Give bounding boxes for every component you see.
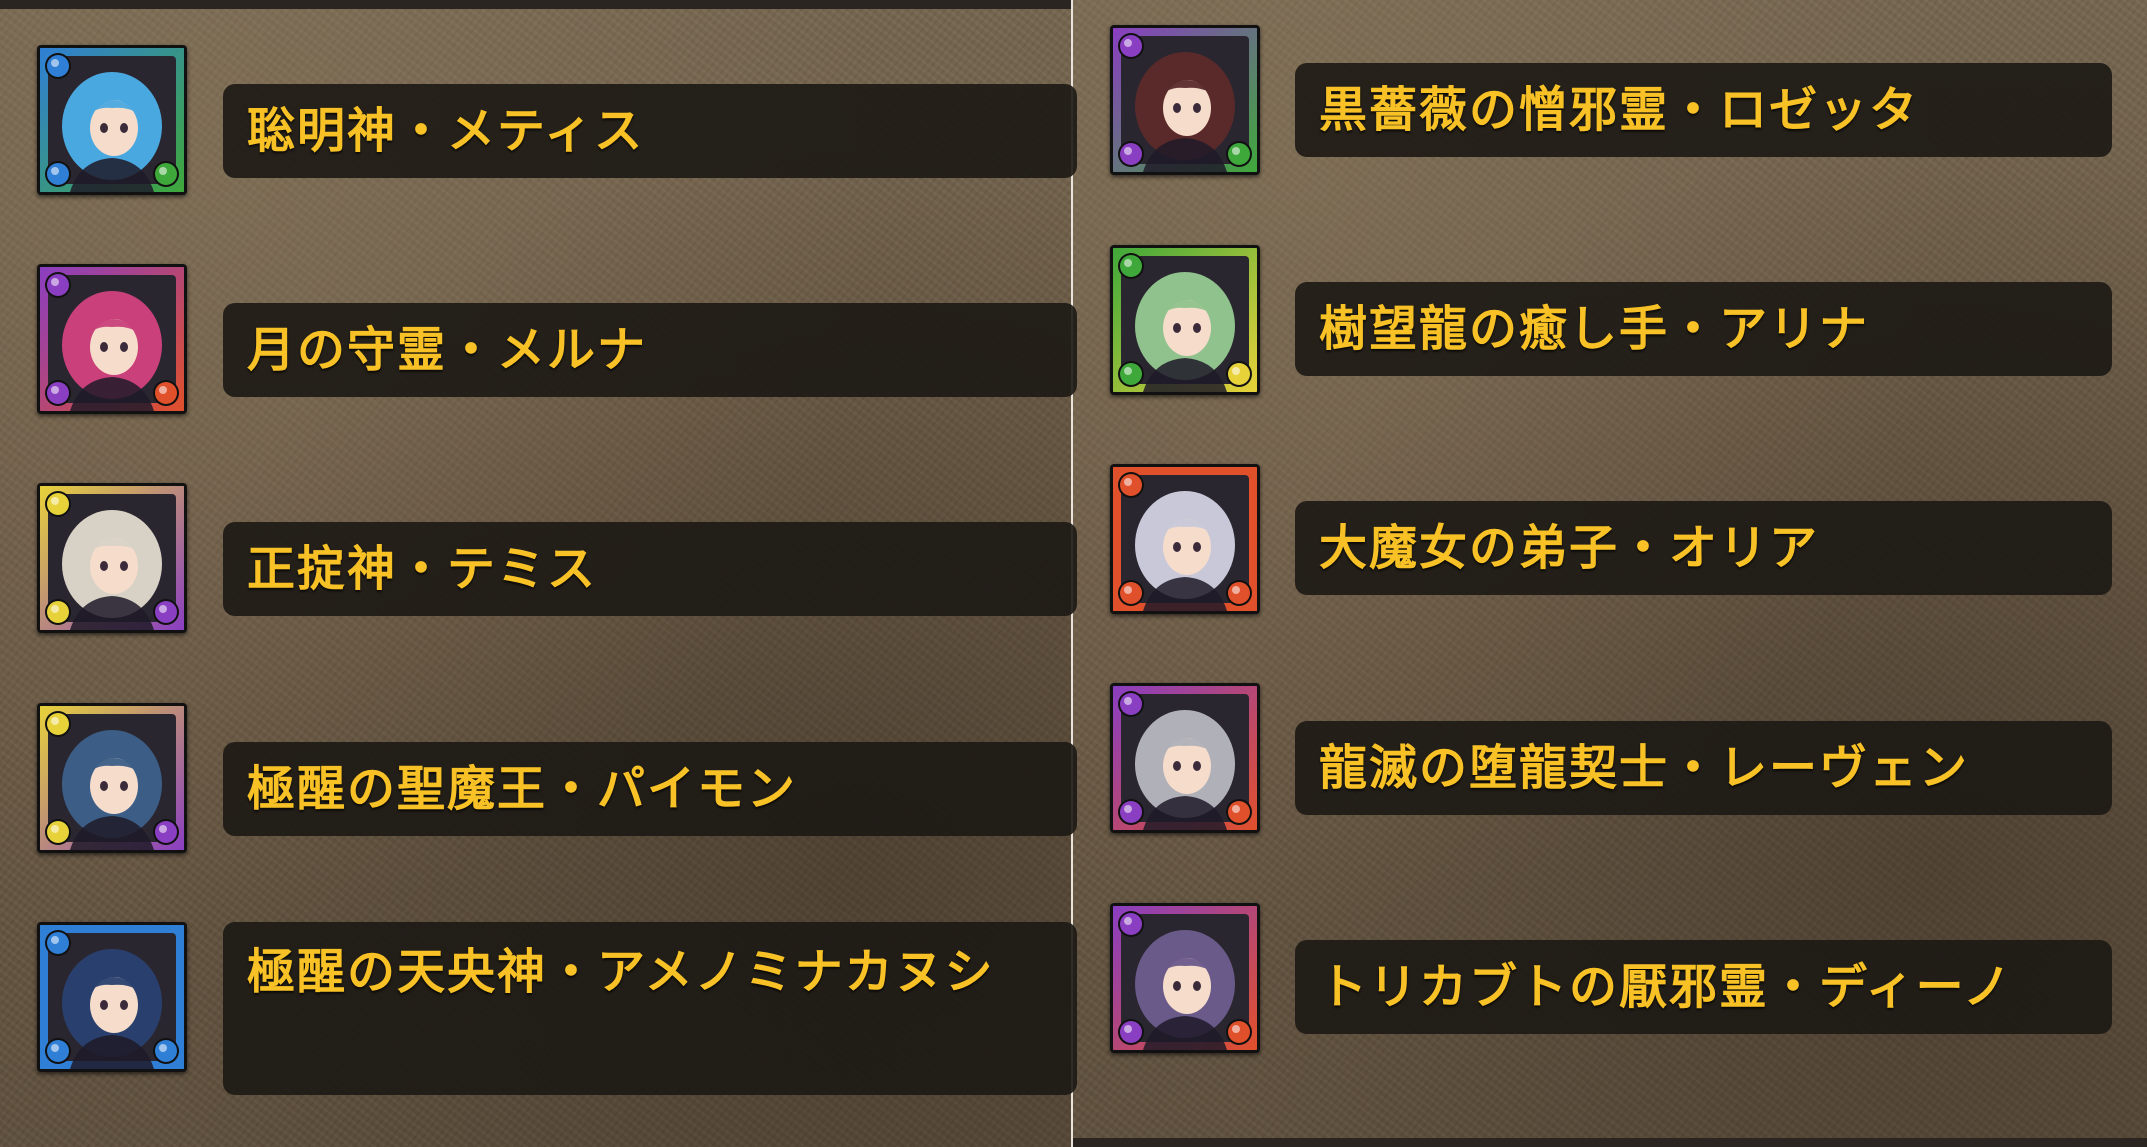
monster-name: 大魔女の弟子・オリア: [1319, 520, 1820, 576]
monster-row[interactable]: 龍滅の堕龍契士・レーヴェン: [1110, 683, 2120, 843]
monster-icon[interactable]: [37, 922, 187, 1072]
monster-row[interactable]: 極醒の天央神・アメノミナカヌシ: [37, 922, 1077, 1097]
monster-row[interactable]: 大魔女の弟子・オリア: [1110, 464, 2120, 624]
monster-icon[interactable]: [1110, 245, 1260, 395]
monster-row[interactable]: 極醒の聖魔王・パイモン: [37, 703, 1077, 863]
monster-portrait: [40, 267, 184, 411]
monster-name: 聡明神・メティス: [247, 103, 645, 159]
monster-portrait: [1113, 467, 1257, 611]
monster-name: 月の守霊・メルナ: [247, 322, 648, 378]
monster-name-box: 樹望龍の癒し手・アリナ: [1295, 282, 2112, 376]
monster-name-box: 聡明神・メティス: [223, 84, 1077, 178]
monster-portrait: [40, 48, 184, 192]
monster-portrait: [1113, 248, 1257, 392]
monster-icon[interactable]: [37, 483, 187, 633]
top-edge-strip: [0, 0, 1071, 9]
monster-name: 極醒の聖魔王・パイモン: [247, 761, 798, 817]
monster-name: 正掟神・テミス: [247, 541, 598, 597]
monster-portrait: [1113, 28, 1257, 172]
monster-name: 極醒の天央神・アメノミナカヌシ: [247, 944, 995, 1000]
monster-portrait: [40, 706, 184, 850]
monster-name-box: 極醒の聖魔王・パイモン: [223, 742, 1077, 836]
monster-icon[interactable]: [1110, 464, 1260, 614]
monster-icon[interactable]: [1110, 25, 1260, 175]
monster-name: 龍滅の堕龍契士・レーヴェン: [1319, 740, 1970, 796]
monster-icon[interactable]: [37, 264, 187, 414]
monster-row[interactable]: 黒薔薇の憎邪霊・ロゼッタ: [1110, 25, 2120, 185]
monster-icon[interactable]: [1110, 903, 1260, 1053]
monster-name-box: 極醒の天央神・アメノミナカヌシ: [223, 922, 1077, 1095]
monster-name-box: トリカブトの厭邪霊・ディーノ: [1295, 940, 2112, 1034]
monster-name: トリカブトの厭邪霊・ディーノ: [1319, 959, 2013, 1015]
monster-row[interactable]: 正掟神・テミス: [37, 483, 1077, 643]
monster-icon[interactable]: [1110, 683, 1260, 833]
monster-row[interactable]: 聡明神・メティス: [37, 45, 1077, 205]
monster-row[interactable]: 樹望龍の癒し手・アリナ: [1110, 245, 2120, 405]
bottom-edge-strip: [1073, 1138, 2147, 1147]
monster-name-box: 大魔女の弟子・オリア: [1295, 501, 2112, 595]
monster-name-box: 月の守霊・メルナ: [223, 303, 1077, 397]
monster-row[interactable]: トリカブトの厭邪霊・ディーノ: [1110, 903, 2120, 1063]
monster-name: 黒薔薇の憎邪霊・ロゼッタ: [1319, 82, 1920, 138]
monster-row[interactable]: 月の守霊・メルナ: [37, 264, 1077, 424]
monster-portrait: [40, 486, 184, 630]
monster-name: 樹望龍の癒し手・アリナ: [1319, 301, 1870, 357]
monster-icon[interactable]: [37, 45, 187, 195]
monster-name-box: 正掟神・テミス: [223, 522, 1077, 616]
monster-name-box: 黒薔薇の憎邪霊・ロゼッタ: [1295, 63, 2112, 157]
monster-portrait: [1113, 686, 1257, 830]
monster-portrait: [40, 925, 184, 1069]
monster-name-box: 龍滅の堕龍契士・レーヴェン: [1295, 721, 2112, 815]
monster-icon[interactable]: [37, 703, 187, 853]
monster-portrait: [1113, 906, 1257, 1050]
